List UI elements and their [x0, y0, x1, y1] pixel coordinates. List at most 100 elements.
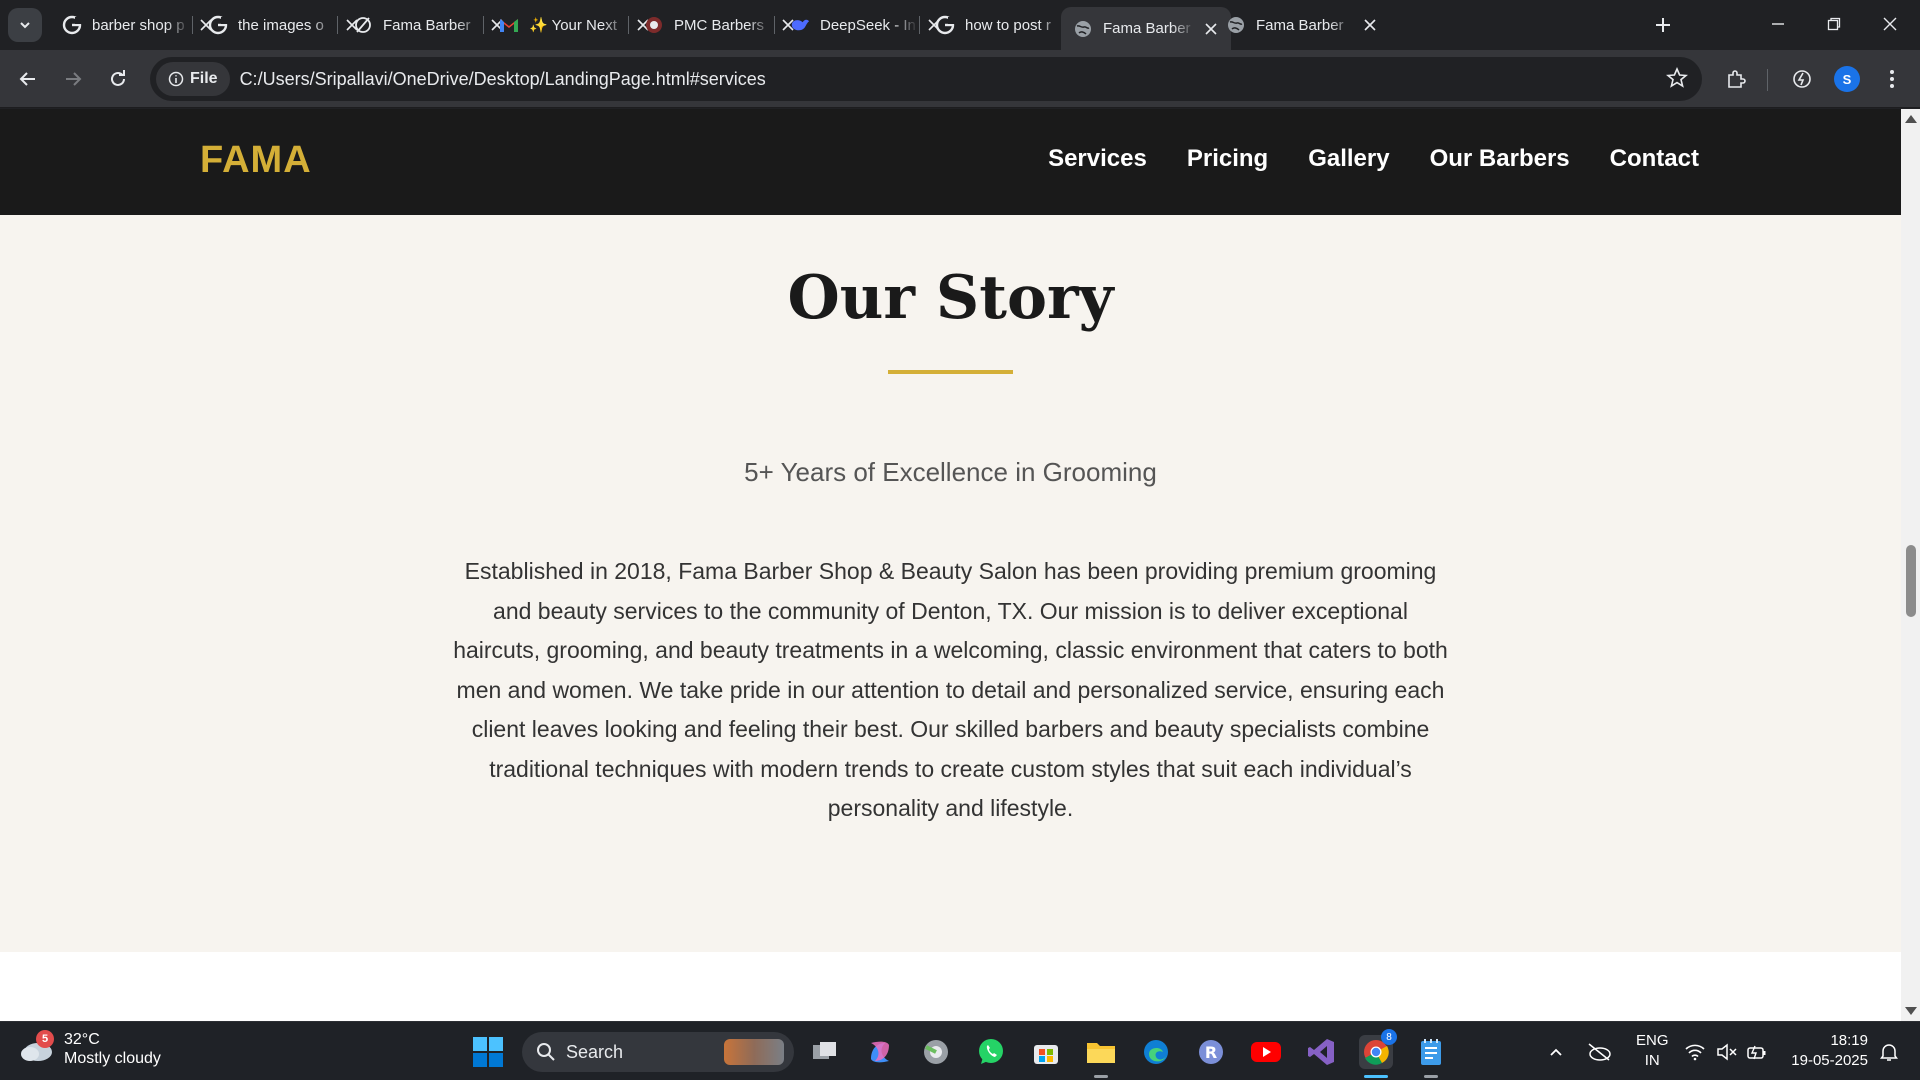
clock-time: 18:19 [1830, 1032, 1868, 1049]
tab-title: Fama Barber [1103, 20, 1191, 37]
close-window-button[interactable] [1862, 0, 1918, 48]
tab-separator [192, 16, 193, 34]
heading-divider [888, 370, 1013, 374]
profile-avatar[interactable]: S [1834, 66, 1860, 92]
site-info-chip[interactable]: File [156, 62, 230, 96]
copilot-icon[interactable] [863, 1035, 897, 1069]
extensions-button[interactable] [1718, 61, 1754, 97]
minimize-button[interactable] [1750, 0, 1806, 48]
volume-muted-icon[interactable] [1716, 1022, 1738, 1080]
browser-toolbar: File C:/Users/Sripallavi/OneDrive/Deskto… [0, 50, 1920, 108]
chrome-profile-app-icon[interactable] [919, 1035, 953, 1069]
toolbar-divider [1767, 69, 1768, 91]
google-icon [62, 15, 82, 35]
restore-button[interactable] [1806, 0, 1862, 48]
chrome-window-count-badge: 8 [1381, 1029, 1397, 1045]
pmc-icon [644, 15, 664, 35]
input-language-line1: ENG [1636, 1032, 1669, 1049]
weather-temp: 32°C [64, 1031, 100, 1048]
scroll-down-arrow-icon[interactable] [1905, 1007, 1917, 1015]
onedrive-icon[interactable] [1586, 1022, 1612, 1080]
chevron-down-icon [20, 22, 30, 29]
bookmark-star-button[interactable] [1665, 66, 1689, 94]
windows-logo-icon [473, 1037, 503, 1067]
nav-link-contact[interactable]: Contact [1610, 145, 1699, 173]
star-icon [1665, 66, 1689, 88]
close-icon [1883, 17, 1897, 31]
clock-date: 19-05-2025 [1791, 1052, 1868, 1069]
tab-separator [628, 16, 629, 34]
taskbar-search-label: Search [566, 1041, 624, 1062]
url-text[interactable]: C:/Users/Sripallavi/OneDrive/Desktop/Lan… [240, 69, 766, 90]
site-info-label: File [190, 70, 218, 87]
file-explorer-icon[interactable] [1084, 1035, 1118, 1069]
notepad-icon[interactable] [1414, 1035, 1448, 1069]
browser-menu-button[interactable] [1874, 61, 1910, 97]
bell-icon [1880, 1043, 1898, 1061]
perplexity-icon [353, 15, 373, 35]
show-hidden-icons-button[interactable] [1548, 1022, 1564, 1080]
input-language[interactable]: ENG IN [1636, 1031, 1669, 1071]
kebab-menu-icon [1890, 70, 1894, 88]
reload-icon [111, 70, 125, 86]
new-tab-button[interactable] [1650, 12, 1676, 38]
svg-text:R: R [1205, 1043, 1217, 1062]
site-nav-links: Services Pricing Gallery Our Barbers Con… [1048, 145, 1699, 173]
browser-tab[interactable]: Fama Barber [1061, 7, 1231, 50]
whatsapp-icon[interactable] [974, 1035, 1008, 1069]
chrome-taskbar-icon[interactable]: 8 [1359, 1029, 1397, 1069]
notifications-button[interactable] [1880, 1022, 1898, 1080]
deepseek-icon [790, 15, 810, 35]
page-scrollbar[interactable] [1901, 109, 1920, 1021]
tab-separator [774, 16, 775, 34]
microsoft-store-icon[interactable] [1029, 1035, 1063, 1069]
visual-studio-icon[interactable] [1304, 1035, 1338, 1069]
address-bar[interactable]: File C:/Users/Sripallavi/OneDrive/Deskto… [150, 57, 1702, 101]
edge-icon[interactable] [1139, 1035, 1173, 1069]
tab-strip: barber shop p the images o Fama Barber ✨ Yo… [0, 0, 1920, 50]
site-logo[interactable]: FAMA [200, 139, 312, 182]
google-icon [208, 15, 228, 35]
youtube-icon[interactable] [1249, 1035, 1283, 1069]
wifi-icon[interactable] [1684, 1022, 1706, 1080]
explorer-running-indicator [1094, 1075, 1108, 1078]
tab-title: ✨ Your Next [529, 17, 617, 34]
info-icon [168, 71, 184, 87]
taskbar-search[interactable]: Search [522, 1032, 794, 1072]
arrow-left-icon [19, 72, 35, 86]
task-view-icon[interactable] [808, 1035, 842, 1069]
tab-title: how to post r [965, 16, 1051, 34]
tab-close-icon[interactable] [1360, 15, 1380, 35]
back-button[interactable] [10, 61, 46, 97]
scroll-thumb[interactable] [1906, 545, 1916, 617]
reload-button[interactable] [100, 61, 136, 97]
taskbar-clock[interactable]: 18:19 19-05-2025 [1786, 1031, 1868, 1071]
tab-title: the images o [238, 16, 324, 34]
start-button[interactable] [472, 1036, 504, 1068]
input-language-line2: IN [1644, 1052, 1660, 1069]
forward-button[interactable] [55, 61, 91, 97]
nav-link-gallery[interactable]: Gallery [1308, 145, 1389, 173]
tab-separator [483, 16, 484, 34]
nav-link-our-barbers[interactable]: Our Barbers [1430, 145, 1570, 173]
tab-search-button[interactable] [8, 8, 42, 42]
nav-link-pricing[interactable]: Pricing [1187, 145, 1268, 173]
our-story-subtitle: 5+ Years of Excellence in Grooming [744, 457, 1157, 487]
notepad-running-indicator [1424, 1075, 1438, 1078]
performance-button[interactable] [1784, 61, 1820, 97]
our-story-heading: Our Story [787, 263, 1114, 333]
tab-separator [919, 16, 920, 34]
google-icon [935, 15, 955, 35]
globe-icon [1226, 15, 1246, 35]
weather-widget[interactable]: 5 32°C Mostly cloudy [18, 1030, 161, 1068]
scroll-up-arrow-icon[interactable] [1905, 115, 1917, 123]
nav-link-services[interactable]: Services [1048, 145, 1147, 173]
search-highlight-icon [724, 1039, 784, 1065]
browser-tab[interactable]: Fama Barber [1214, 7, 1390, 43]
gmail-icon [499, 15, 519, 35]
cloud-icon: 5 [18, 1030, 54, 1064]
r-app-icon[interactable]: R [1194, 1035, 1228, 1069]
our-story-body: Established in 2018, Fama Barber Shop & … [453, 558, 1448, 821]
arrow-right-icon [66, 72, 82, 86]
battery-icon[interactable] [1746, 1022, 1768, 1080]
